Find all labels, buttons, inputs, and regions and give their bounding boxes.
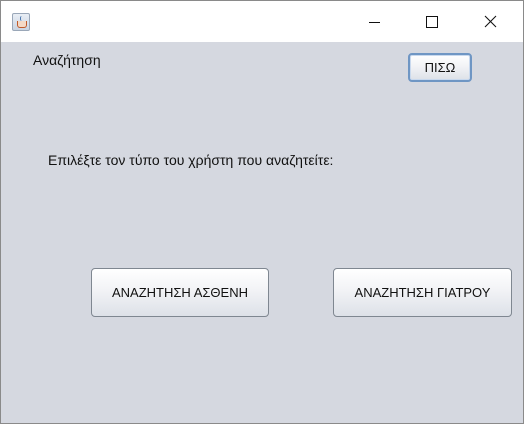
content-panel: Αναζήτηση ΠΙΣΩ Επιλέξτε τον τύπο του χρή… (1, 42, 523, 423)
search-doctor-button[interactable]: ΑΝΑΖΗΤΗΣΗ ΓΙΑΤΡΟΥ (333, 268, 512, 317)
close-icon (484, 15, 497, 28)
minimize-button[interactable] (345, 1, 403, 42)
instruction-label: Επιλέξτε τον τύπο του χρήστη που αναζητε… (48, 152, 334, 168)
page-title: Αναζήτηση (33, 52, 101, 68)
maximize-button[interactable] (403, 1, 461, 42)
minimize-icon (369, 22, 380, 23)
close-button[interactable] (461, 1, 519, 42)
app-window: Αναζήτηση ΠΙΣΩ Επιλέξτε τον τύπο του χρή… (0, 0, 524, 424)
back-button[interactable]: ΠΙΣΩ (408, 53, 472, 82)
search-patient-button[interactable]: ΑΝΑΖΗΤΗΣΗ ΑΣΘΕΝΗ (91, 268, 269, 317)
maximize-icon (426, 16, 438, 28)
java-cup-icon[interactable] (12, 13, 30, 31)
title-bar[interactable] (1, 1, 523, 42)
